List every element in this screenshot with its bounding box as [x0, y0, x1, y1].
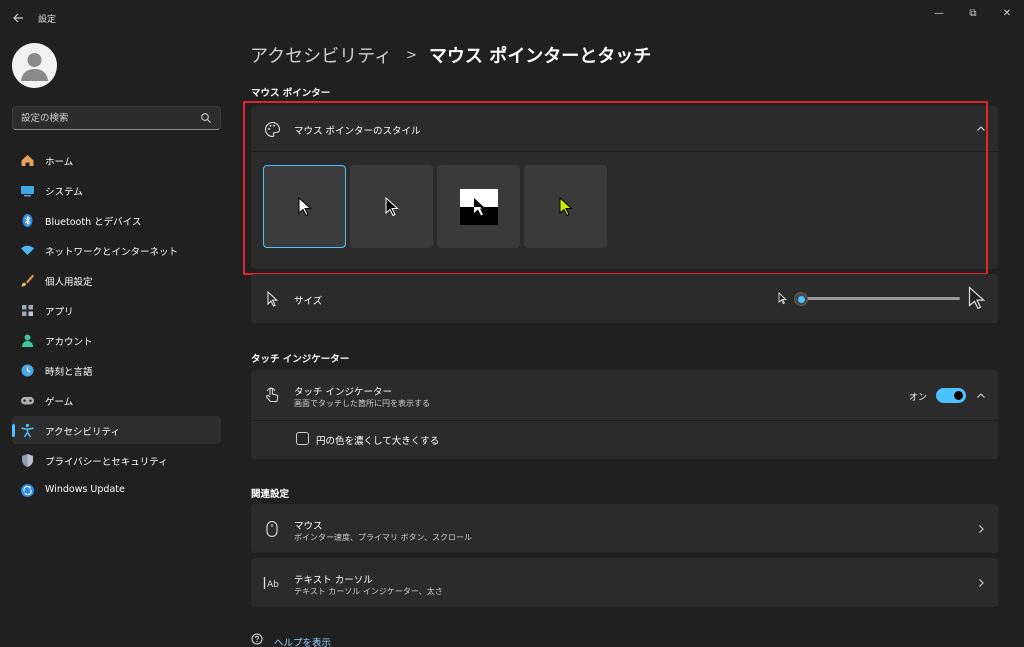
time-language-icon: [19, 362, 35, 378]
sidebar-item-accessibility[interactable]: アクセシビリティ: [12, 416, 221, 444]
sidebar-item-label: アプリ: [45, 307, 74, 318]
sidebar-item-label: 個人用設定: [45, 277, 93, 288]
app-title: 設定: [38, 15, 57, 25]
sidebar-item-windows-update[interactable]: Windows Update: [12, 476, 221, 504]
search-box[interactable]: [12, 106, 221, 130]
pointer-style-custom[interactable]: [524, 165, 607, 248]
sidebar-item-privacy[interactable]: プライバシーとセキュリティ: [12, 446, 221, 474]
pointer-size-slider-thumb[interactable]: [794, 292, 808, 306]
touch-indicator-toggle[interactable]: [936, 388, 966, 403]
toggle-knob: [954, 391, 963, 400]
related-item-text-cursor[interactable]: Ab テキスト カーソル テキスト カーソル インジケーター、太さ: [251, 558, 998, 607]
search-input[interactable]: [13, 107, 193, 129]
update-icon: [19, 482, 35, 498]
section-heading-related: 関連設定: [251, 489, 290, 500]
help-link[interactable]: ヘルプを表示: [274, 635, 331, 647]
touch-hand-icon: [263, 386, 281, 404]
sidebar-item-home[interactable]: ホーム: [12, 146, 221, 174]
touch-indicator-row[interactable]: タッチ インジケーター 画面でタッチした箇所に円を表示する: [251, 370, 998, 421]
text-cursor-icon: Ab: [263, 574, 281, 592]
sidebar-item-system[interactable]: システム: [12, 176, 221, 204]
touch-circle-checkbox[interactable]: [296, 432, 309, 445]
touch-indicator-subtitle: 画面でタッチした箇所に円を表示する: [294, 399, 430, 408]
breadcrumb: アクセシビリティ > マウス ポインターとタッチ: [250, 42, 651, 68]
white-cursor-icon: [298, 196, 312, 216]
close-button[interactable]: ✕: [992, 4, 1022, 22]
breadcrumb-parent[interactable]: アクセシビリティ: [250, 42, 392, 68]
sidebar-item-label: アカウント: [45, 337, 93, 348]
related-item-title: テキスト カーソル: [294, 575, 373, 586]
chevron-right-icon: [974, 576, 988, 590]
home-icon: [19, 152, 35, 168]
pointer-style-inverted[interactable]: [437, 165, 520, 248]
sidebar-item-label: プライバシーとセキュリティ: [45, 457, 168, 468]
sidebar-item-bluetooth[interactable]: Bluetooth とデバイス: [12, 206, 221, 234]
section-heading-touch: タッチ インジケーター: [251, 354, 350, 365]
bluetooth-icon: [19, 212, 35, 228]
inverted-cursor-icon: [459, 188, 498, 225]
sidebar-item-label: ホーム: [45, 157, 74, 168]
touch-circle-checkbox-label[interactable]: 円の色を濃くして大きくする: [316, 433, 439, 447]
back-button[interactable]: [8, 8, 28, 28]
sidebar-item-label: システム: [45, 187, 83, 198]
gaming-icon: [19, 392, 35, 408]
page-title: マウス ポインターとタッチ: [428, 46, 652, 67]
sidebar-item-label: アクセシビリティ: [45, 427, 120, 438]
system-icon: [19, 182, 35, 198]
toggle-state-label: オン: [909, 393, 928, 403]
touch-indicator-title: タッチ インジケーター: [294, 387, 393, 398]
related-item-mouse[interactable]: マウス ポインター速度、プライマリ ボタン、スクロール: [251, 504, 998, 553]
small-cursor-icon: [778, 291, 788, 308]
custom-color-cursor-icon: [559, 196, 573, 216]
shield-icon: [19, 452, 35, 468]
sidebar-item-accounts[interactable]: アカウント: [12, 326, 221, 354]
related-item-title: マウス: [294, 521, 323, 532]
avatar[interactable]: [12, 43, 57, 88]
minimize-button[interactable]: —: [924, 4, 954, 22]
sidebar-item-gaming[interactable]: ゲーム: [12, 386, 221, 414]
mouse-icon: [263, 520, 281, 538]
svg-text:Ab: Ab: [267, 580, 279, 590]
black-cursor-icon: [385, 196, 399, 216]
large-cursor-icon: [968, 286, 986, 313]
sidebar-item-label: ネットワークとインターネット: [45, 247, 179, 258]
chevron-up-icon[interactable]: [974, 389, 988, 403]
user-icon: [21, 53, 48, 81]
sidebar-item-personalization[interactable]: 個人用設定: [12, 266, 221, 294]
sidebar-item-apps[interactable]: アプリ: [12, 296, 221, 324]
sidebar-item-network[interactable]: ネットワークとインターネット: [12, 236, 221, 264]
brush-icon: [19, 272, 35, 288]
wifi-icon: [19, 242, 35, 258]
search-icon[interactable]: [200, 112, 212, 124]
chevron-right-icon: [974, 522, 988, 536]
sidebar-item-label: Bluetooth とデバイス: [45, 217, 142, 228]
touch-indicator-card: タッチ インジケーター 画面でタッチした箇所に円を表示する 円の色を濃くして大き…: [251, 370, 998, 459]
cursor-size-icon: [263, 290, 281, 308]
pointer-size-label: サイズ: [294, 296, 323, 307]
section-heading-mouse-pointer: マウス ポインター: [251, 88, 331, 99]
title-bar: 設定 — ⧉ ✕: [0, 0, 1024, 34]
active-indicator: [12, 424, 15, 437]
arrow-left-icon: [13, 13, 23, 23]
sidebar-item-label: 時刻と言語: [45, 367, 93, 378]
help-icon: [251, 633, 265, 647]
sidebar-item-label: Windows Update: [45, 484, 125, 495]
apps-icon: [19, 302, 35, 318]
maximize-button[interactable]: ⧉: [958, 4, 988, 22]
account-icon: [19, 332, 35, 348]
related-item-subtitle: テキスト カーソル インジケーター、太さ: [294, 587, 443, 596]
accessibility-icon: [19, 422, 35, 438]
breadcrumb-separator: >: [406, 47, 417, 63]
pointer-style-white[interactable]: [263, 165, 346, 248]
sidebar-item-time-language[interactable]: 時刻と言語: [12, 356, 221, 384]
pointer-size-slider-track[interactable]: [800, 297, 960, 300]
related-item-subtitle: ポインター速度、プライマリ ボタン、スクロール: [294, 533, 473, 542]
sidebar-item-label: ゲーム: [45, 397, 74, 408]
pointer-style-black[interactable]: [350, 165, 433, 248]
